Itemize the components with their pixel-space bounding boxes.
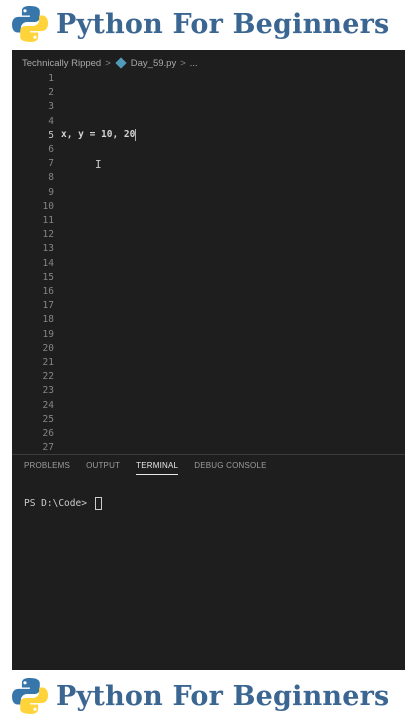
python-logo-icon [12, 678, 48, 714]
line-number: 24 [42, 399, 54, 411]
line-number: 9 [48, 186, 54, 198]
line-number: 14 [42, 257, 54, 269]
text-cursor [135, 128, 137, 141]
breadcrumb-folder[interactable]: Technically Ripped [22, 58, 101, 69]
line-number: 3 [48, 101, 54, 113]
code-text: x, y = 10, 20 [61, 129, 136, 140]
line-number: 2 [48, 87, 54, 99]
line-number: 17 [42, 300, 54, 312]
line-number: 18 [42, 314, 54, 326]
line-number: 12 [42, 229, 54, 241]
python-logo-icon [12, 6, 48, 42]
line-number: 23 [42, 385, 54, 397]
line-number: 25 [42, 413, 54, 425]
line-number: 15 [42, 271, 54, 283]
banner-title: Python For Beginners [56, 680, 390, 712]
terminal-line[interactable]: PS D:\Code> [24, 497, 102, 510]
breadcrumb-file[interactable]: Day_59.py [131, 58, 176, 69]
breadcrumb-more[interactable]: ... [190, 58, 198, 69]
code-line-5[interactable]: x, y = 10, 20 [61, 128, 137, 142]
line-number: 4 [48, 115, 54, 127]
tab-terminal[interactable]: TERMINAL [136, 461, 179, 475]
line-number: 7 [48, 158, 54, 170]
line-number: 6 [48, 144, 54, 155]
tab-problems[interactable]: PROBLEMS [24, 461, 70, 475]
terminal-prompt: PS D:\Code> [24, 498, 93, 509]
line-number: 21 [42, 357, 54, 368]
line-number: 22 [42, 371, 54, 383]
text-cursor-icon: I [95, 158, 102, 171]
code-editor[interactable]: Technically Ripped > Day_59.py > ... 123… [12, 50, 405, 670]
tab-output[interactable]: OUTPUT [86, 461, 120, 475]
line-number: 20 [42, 342, 54, 354]
line-number: 13 [42, 243, 54, 255]
line-number: 10 [42, 200, 54, 212]
top-banner: Python For Beginners [0, 0, 405, 48]
line-number: 19 [42, 328, 54, 340]
panel-tabs: PROBLEMS OUTPUT TERMINAL DEBUG CONSOLE [24, 461, 283, 475]
chevron-right-icon: > [180, 57, 186, 69]
line-number: 1 [48, 73, 54, 84]
terminal-cursor [94, 497, 102, 510]
breadcrumb: Technically Ripped > Day_59.py > ... [22, 56, 405, 70]
bottom-banner: Python For Beginners [0, 672, 405, 720]
line-number: 5 [48, 129, 54, 141]
bottom-panel: PROBLEMS OUTPUT TERMINAL DEBUG CONSOLE P… [12, 454, 405, 670]
line-number: 11 [42, 215, 54, 226]
chevron-right-icon: > [105, 57, 111, 69]
line-number: 8 [48, 172, 54, 184]
banner-title: Python For Beginners [56, 8, 390, 40]
tab-debug-console[interactable]: DEBUG CONSOLE [194, 461, 266, 475]
python-file-icon [115, 57, 127, 69]
line-number: 16 [42, 286, 54, 297]
line-number: 26 [42, 428, 54, 439]
